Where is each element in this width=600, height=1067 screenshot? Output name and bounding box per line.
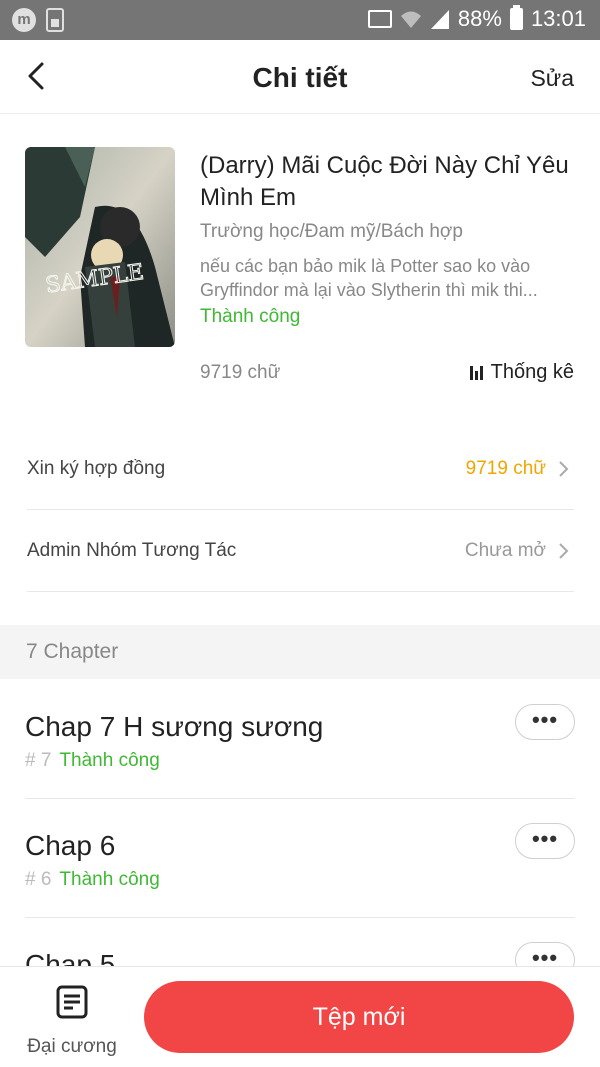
outline-button[interactable]: Đại cương	[22, 982, 122, 1062]
book-status: Thành công	[200, 306, 301, 327]
signal-icon	[430, 8, 450, 30]
chapter-more-button[interactable]: •••	[515, 823, 575, 859]
bottom-action-bar: Đại cương Tệp mới	[0, 966, 600, 1067]
chevron-right-icon	[559, 543, 569, 559]
stats-button[interactable]: Thống kê	[469, 361, 574, 384]
chapter-more-button[interactable]: •••	[515, 704, 575, 740]
page-title: Chi tiết	[252, 62, 348, 93]
chapter-item[interactable]: Chap 7 H sương sương # 7 Thành công •••	[25, 680, 575, 799]
chapter-count: 7 Chapter	[26, 640, 119, 663]
app-notification-icon: m	[12, 8, 36, 32]
contract-row[interactable]: Xin ký hợp đồng 9719 chữ	[27, 428, 574, 510]
battery-icon	[509, 5, 523, 30]
battery-percent: 88%	[457, 6, 502, 31]
contract-row-label: Xin ký hợp đồng	[27, 458, 166, 479]
status-left-icons: m	[12, 8, 64, 32]
chapter-number: # 7	[25, 750, 52, 771]
chevron-right-icon	[559, 461, 569, 477]
document-icon	[56, 985, 88, 1019]
stats-label: Thống kê	[490, 361, 574, 383]
edit-button[interactable]: Sửa	[530, 65, 574, 92]
chapter-meta: # 6 Thành công	[25, 869, 160, 891]
chapter-status: Thành công	[59, 869, 160, 890]
contract-row-value: 9719 chữ	[465, 458, 546, 479]
chapter-title: Chap 7 H sương sương	[25, 711, 324, 742]
recycle-notification-icon	[46, 8, 64, 32]
admin-group-row[interactable]: Admin Nhóm Tương Tác Chưa mở	[27, 510, 574, 592]
chapter-meta: # 7 Thành công	[25, 750, 160, 772]
chapter-number: # 6	[25, 869, 52, 890]
book-cover-image[interactable]: SAMPLE	[25, 147, 175, 347]
top-app-bar: Chi tiết Sửa	[0, 40, 600, 114]
status-bar: m 88% 13:01	[0, 0, 600, 40]
outline-label: Đại cương	[27, 1036, 117, 1057]
cast-icon	[367, 10, 392, 28]
word-count: 9719 chữ	[200, 362, 281, 383]
admin-group-row-value: Chưa mở	[464, 540, 546, 561]
chapter-count-bar: 7 Chapter	[0, 625, 600, 679]
bar-chart-icon	[469, 365, 483, 380]
book-title: (Darry) Mãi Cuộc Đời Này Chỉ Yêu Mình Em	[200, 152, 569, 211]
clock: 13:01	[530, 6, 586, 31]
chapter-status: Thành công	[59, 750, 160, 771]
new-file-button[interactable]: Tệp mới	[144, 981, 574, 1053]
chapter-item[interactable]: Chap 6 # 6 Thành công •••	[25, 799, 575, 918]
book-genre: Trường học/Đam mỹ/Bách hợp	[200, 221, 463, 242]
chapter-title: Chap 6	[25, 830, 116, 861]
wifi-icon	[400, 8, 422, 30]
book-description: nếu các bạn bảo mik là Potter sao ko vào…	[200, 256, 538, 300]
admin-group-row-label: Admin Nhóm Tương Tác	[27, 540, 237, 561]
status-right-icons: 88% 13:01	[367, 5, 586, 32]
